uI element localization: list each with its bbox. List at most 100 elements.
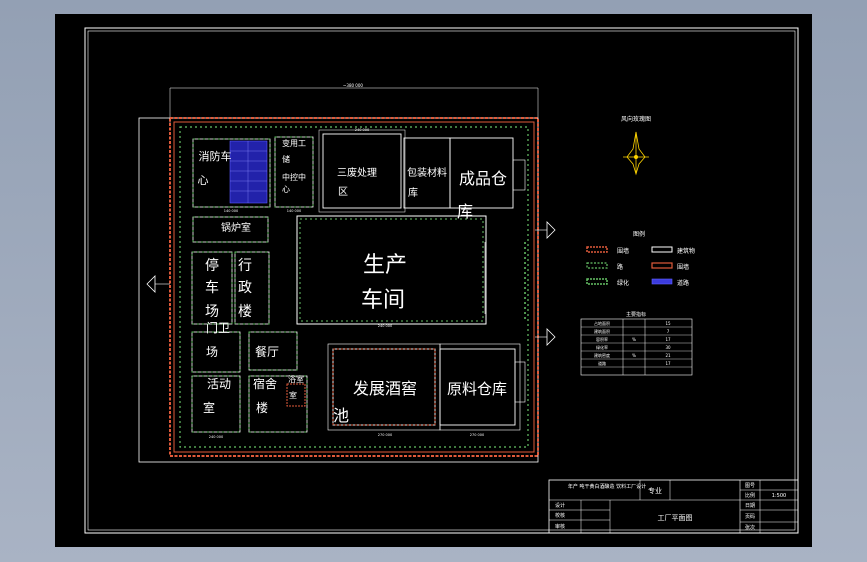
building-waste-treatment: 三废处理 区 (318, 129, 406, 213)
svg-text:140 000: 140 000 (224, 209, 238, 213)
svg-text:场: 场 (206, 345, 218, 359)
stats-cell: 21 (665, 353, 671, 358)
svg-text:成品仓: 成品仓 (459, 169, 507, 188)
svg-text:停: 停 (205, 257, 219, 274)
stats-cell: 17 (665, 337, 671, 342)
svg-text:1:500: 1:500 (772, 493, 786, 499)
svg-text:比例: 比例 (745, 492, 755, 499)
svg-text:心: 心 (282, 185, 290, 194)
svg-text:池: 池 (333, 406, 349, 425)
svg-text:库: 库 (408, 186, 418, 199)
svg-text:库: 库 (457, 202, 473, 221)
svg-text:路: 路 (617, 263, 623, 271)
svg-text:围墙: 围墙 (617, 247, 629, 255)
west-gate-arrow (146, 275, 156, 293)
stats-cell: 15 (665, 321, 671, 326)
building-guard: 门卫 场 (191, 320, 241, 373)
svg-text:围墙: 围墙 (677, 263, 689, 271)
svg-text:楼: 楼 (238, 304, 252, 320)
stats-cell: % (632, 353, 636, 358)
building-pump-station: 消防车 心 (192, 138, 271, 208)
svg-text:室: 室 (289, 390, 297, 400)
svg-text:240 000: 240 000 (209, 435, 223, 439)
svg-text:变用工: 变用工 (282, 138, 306, 148)
stats-cell: 7 (667, 329, 670, 334)
building-packing-store: 包装材料 库 (403, 137, 451, 209)
svg-text:240 000: 240 000 (355, 128, 369, 132)
building-fermentation-cellar: 发展酒窖 池 (327, 343, 441, 431)
svg-text:中控中: 中控中 (282, 172, 306, 182)
building-admin: 行 政 楼 (234, 251, 270, 325)
stats-cell: 道路 (598, 360, 606, 366)
stats-cell: 绿化率 (596, 344, 608, 350)
east-gate-arrow-1 (546, 221, 556, 239)
stats-cell: 30 (665, 345, 671, 350)
dim-top: ~380 000 (343, 83, 363, 88)
site-plan-drawing: ~380 000 消防车 心 变用工 储 中控中 心 140 000 140 0… (84, 27, 799, 534)
svg-text:绿化: 绿化 (617, 279, 629, 287)
svg-text:审核: 审核 (555, 523, 565, 530)
svg-text:场: 场 (205, 304, 219, 320)
building-raw-material-store: 原料仓库 (439, 343, 526, 431)
svg-text:包装材料: 包装材料 (407, 166, 447, 179)
svg-text:建筑物: 建筑物 (677, 247, 695, 255)
building-canteen: 餐厅 (248, 331, 298, 371)
svg-text:校核: 校核 (555, 512, 565, 519)
svg-text:270 000: 270 000 (378, 433, 392, 437)
building-boiler: 锅炉室 (192, 216, 269, 243)
svg-text:原料仓库: 原料仓库 (447, 380, 507, 398)
svg-text:三废处理: 三废处理 (337, 166, 377, 179)
svg-text:页码: 页码 (745, 513, 755, 520)
svg-text:日期: 日期 (745, 503, 755, 509)
svg-text:专业: 专业 (648, 486, 662, 495)
svg-text:风向玫瑰图: 风向玫瑰图 (621, 115, 651, 123)
svg-text:工厂平面图: 工厂平面图 (658, 514, 693, 522)
svg-text:门卫: 门卫 (206, 320, 230, 335)
stats-cell: 建筑密度 (594, 352, 610, 358)
svg-text:图号: 图号 (745, 483, 755, 489)
cad-viewport: ~380 000 消防车 心 变用工 储 中控中 心 140 000 140 0… (0, 0, 867, 562)
legend: 图例 围墙 路 绿化 建筑物 围墙 道路 (586, 230, 695, 287)
building-power-control: 变用工 储 中控中 心 (274, 136, 314, 208)
east-gate-arrow-2 (546, 328, 556, 346)
area-parking: 停 车 场 (191, 251, 233, 325)
svg-text:车间: 车间 (361, 288, 405, 313)
stats-table: 主要指标 占地面积 15 建筑面积 7 容积率% 17 绿化率 30 建筑密度% 21 道路 17 (580, 311, 693, 376)
svg-text:活动: 活动 (207, 377, 231, 391)
svg-text:区: 区 (338, 186, 348, 198)
building-dormitory: 宿舍 楼 浴室 室 (248, 374, 308, 433)
svg-text:行: 行 (238, 258, 252, 274)
stats-cell: 容积率 (596, 336, 608, 342)
building-activity-room: 活动 室 (191, 375, 241, 433)
stats-cell: 建筑面积 (594, 328, 610, 334)
svg-text:发展酒窖: 发展酒窖 (353, 379, 417, 398)
svg-text:年产 吨干黄白酒酿造 饮料工厂设计: 年产 吨干黄白酒酿造 饮料工厂设计 (568, 483, 646, 490)
stats-cell: % (632, 337, 636, 342)
svg-text:张次: 张次 (745, 524, 755, 531)
stats-cell: 占地面积 (594, 320, 610, 326)
drawing-sheet: ~380 000 消防车 心 变用工 储 中控中 心 140 000 140 0… (55, 14, 812, 547)
svg-text:锅炉室: 锅炉室 (221, 221, 251, 234)
svg-text:主要指标: 主要指标 (626, 311, 646, 318)
svg-text:楼: 楼 (256, 400, 268, 415)
svg-text:室: 室 (203, 400, 215, 415)
svg-text:心: 心 (198, 174, 209, 187)
building-product-store: 成品仓 库 (449, 137, 526, 221)
stats-cell: 17 (665, 361, 671, 366)
svg-text:140 000: 140 000 (287, 209, 301, 213)
svg-text:道路: 道路 (677, 279, 689, 287)
svg-text:宿舍: 宿舍 (253, 376, 277, 391)
title-block: 年产 吨干黄白酒酿造 饮料工厂设计 专业 设计 校核 审核 工厂平面图 图号 比… (548, 479, 799, 534)
svg-text:生产: 生产 (363, 253, 407, 278)
svg-text:图例: 图例 (633, 230, 645, 238)
svg-text:餐厅: 餐厅 (255, 344, 279, 359)
wind-rose: 风向玫瑰图 (621, 115, 651, 176)
svg-text:240 000: 240 000 (378, 324, 392, 328)
svg-text:设计: 设计 (555, 502, 565, 509)
svg-text:储: 储 (282, 154, 290, 164)
svg-text:车: 车 (205, 279, 219, 296)
svg-text:政: 政 (238, 280, 252, 296)
svg-text:270 000: 270 000 (470, 433, 484, 437)
svg-text:浴室: 浴室 (288, 374, 304, 384)
svg-text:消防车: 消防车 (199, 149, 232, 163)
